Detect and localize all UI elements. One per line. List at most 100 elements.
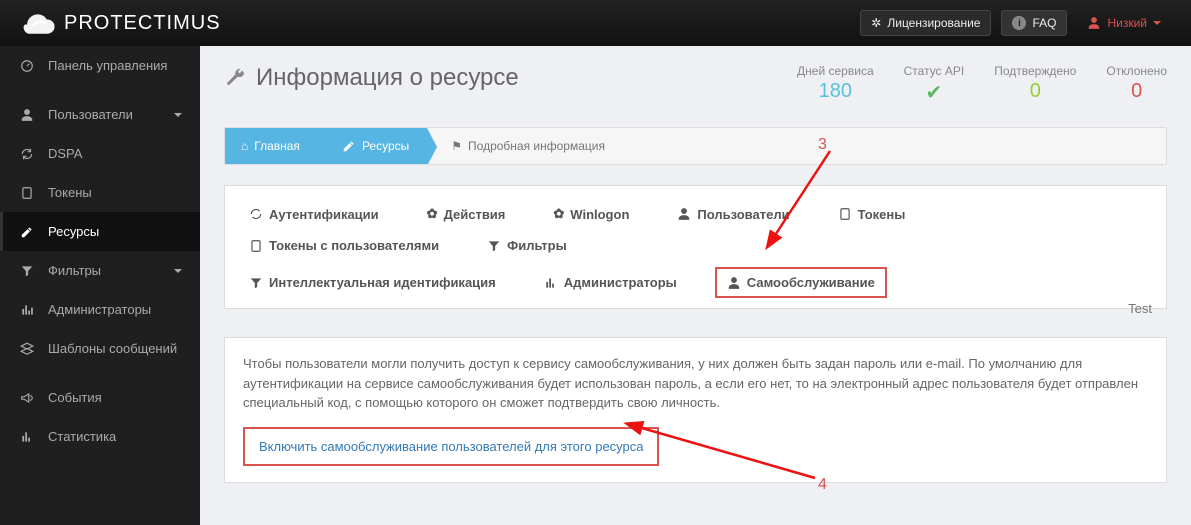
crumb-home[interactable]: ⌂ Главная: [225, 128, 318, 164]
main-content: Информация о ресурсе Дней сервиса 180 Ст…: [200, 46, 1191, 525]
filter-icon: [487, 239, 501, 253]
user-label: Низкий: [1107, 16, 1147, 30]
page-title: Информация о ресурсе: [224, 64, 519, 92]
tab-actions[interactable]: ✿ Действия: [417, 200, 516, 228]
info-icon: i: [1012, 16, 1026, 30]
stat-confirmed: Подтверждено 0: [994, 64, 1076, 105]
breadcrumb: ⌂ Главная Ресурсы ⚑ Подробная информация: [224, 127, 1167, 165]
stat-label: Отклонено: [1106, 64, 1167, 78]
tab-label: Фильтры: [507, 238, 567, 253]
megaphone-icon: [18, 391, 36, 405]
sidebar-item-dashboard[interactable]: Панель управления: [0, 46, 200, 85]
bars-icon: [544, 276, 558, 290]
sidebar-item-templates[interactable]: Шаблоны сообщений: [0, 329, 200, 368]
chevron-down-icon: [174, 113, 182, 117]
tablet-icon: [18, 186, 36, 200]
page-title-text: Информация о ресурсе: [256, 64, 519, 92]
crumb-label: Подробная информация: [468, 139, 605, 153]
gear-icon: ✿: [427, 206, 438, 222]
tab-label: Администраторы: [564, 275, 677, 290]
user-icon: [677, 207, 691, 221]
sidebar-item-resources[interactable]: Ресурсы: [0, 212, 200, 251]
sidebar-item-filters[interactable]: Фильтры: [0, 251, 200, 290]
tab-label: Интеллектуальная идентификация: [269, 275, 496, 290]
sidebar-label: Панель управления: [48, 58, 167, 73]
edit-icon: [342, 139, 356, 153]
stat-label: Статус API: [904, 64, 965, 78]
tab-label: Самообслуживание: [747, 275, 875, 290]
tab-label: Действия: [444, 207, 506, 222]
tab-users[interactable]: Пользователи: [667, 201, 799, 228]
user-icon: [18, 108, 36, 122]
chevron-down-icon: [1153, 21, 1161, 25]
tab-filters[interactable]: Фильтры: [477, 232, 577, 259]
crumb-detail: ⚑ Подробная информация: [427, 128, 623, 164]
tablet-icon: [249, 239, 263, 253]
crumb-label: Ресурсы: [362, 139, 409, 153]
faq-label: FAQ: [1032, 16, 1056, 30]
brand-text: PROTECTIMUS: [64, 12, 221, 35]
sidebar-label: Пользователи: [48, 107, 133, 122]
stat-value: 0: [994, 80, 1076, 103]
brand[interactable]: PROTECTIMUS: [20, 8, 221, 38]
sidebar-item-users[interactable]: Пользователи: [0, 95, 200, 134]
tab-self-service[interactable]: Самообслуживание: [715, 267, 887, 298]
tab-tokens[interactable]: Токены: [828, 201, 916, 228]
licensing-button[interactable]: ✲ Лицензирование: [860, 10, 991, 36]
stat-rejected: Отклонено 0: [1106, 64, 1167, 105]
tab-label: Winlogon: [570, 207, 629, 222]
sidebar-item-events[interactable]: События: [0, 378, 200, 417]
licensing-label: Лицензирование: [887, 16, 980, 30]
edit-icon: [18, 225, 36, 239]
chevron-down-icon: [174, 269, 182, 273]
wrench-icon: [224, 67, 246, 89]
gear-icon: ✿: [553, 206, 564, 222]
tab-admins[interactable]: Администраторы: [534, 269, 687, 296]
user-icon: [1087, 16, 1101, 30]
faq-button[interactable]: i FAQ: [1001, 10, 1067, 36]
sidebar-item-admins[interactable]: Администраторы: [0, 290, 200, 329]
enable-self-service-link[interactable]: Включить самообслуживание пользователей …: [243, 427, 659, 467]
filter-icon: [18, 264, 36, 278]
resource-tabs: Аутентификации ✿ Действия ✿ Winlogon Польз…: [224, 185, 1167, 309]
stat-value: 180: [797, 80, 874, 103]
flag-icon: ⚑: [451, 139, 462, 153]
stat-status: Статус API ✔: [904, 64, 965, 105]
sidebar-item-stats[interactable]: Статистика: [0, 417, 200, 456]
tab-winlogon[interactable]: ✿ Winlogon: [543, 200, 639, 228]
sun-icon: ✲: [871, 16, 881, 30]
panel-text: Чтобы пользователи могли получить доступ…: [243, 354, 1148, 413]
tab-auth[interactable]: Аутентификации: [239, 201, 389, 228]
sidebar-label: Токены: [48, 185, 92, 200]
sidebar-label: DSPA: [48, 146, 82, 161]
stat-label: Подтверждено: [994, 64, 1076, 78]
sidebar-label: Ресурсы: [48, 224, 99, 239]
tab-tokens-users[interactable]: Токены с пользователями: [239, 232, 449, 259]
chart-icon: [18, 430, 36, 444]
sidebar-label: События: [48, 390, 102, 405]
crumb-resources[interactable]: Ресурсы: [318, 128, 427, 164]
stat-days: Дней сервиса 180: [797, 64, 874, 105]
refresh-icon: [249, 207, 263, 221]
sidebar-item-tokens[interactable]: Токены: [0, 173, 200, 212]
crumb-label: Главная: [254, 139, 300, 153]
check-icon: ✔: [904, 80, 965, 105]
sidebar-label: Администраторы: [48, 302, 151, 317]
stack-icon: [18, 342, 36, 356]
self-service-panel: Чтобы пользователи могли получить доступ…: [224, 337, 1167, 483]
resource-name: Test: [1128, 301, 1152, 316]
tab-label: Аутентификации: [269, 207, 379, 222]
user-gear-icon: [727, 276, 741, 290]
tab-intel[interactable]: Интеллектуальная идентификация: [239, 269, 506, 296]
sidebar-item-dspa[interactable]: DSPA: [0, 134, 200, 173]
filter-icon: [249, 276, 263, 290]
tab-label: Токены с пользователями: [269, 238, 439, 253]
bars-icon: [18, 303, 36, 317]
dashboard-icon: [18, 59, 36, 73]
sidebar: Панель управления Пользователи DSPA Токе…: [0, 46, 200, 525]
user-menu[interactable]: Низкий: [1077, 10, 1171, 36]
refresh-icon: [18, 147, 36, 161]
sidebar-label: Шаблоны сообщений: [48, 341, 177, 356]
tab-label: Токены: [858, 207, 906, 222]
tablet-icon: [838, 207, 852, 221]
